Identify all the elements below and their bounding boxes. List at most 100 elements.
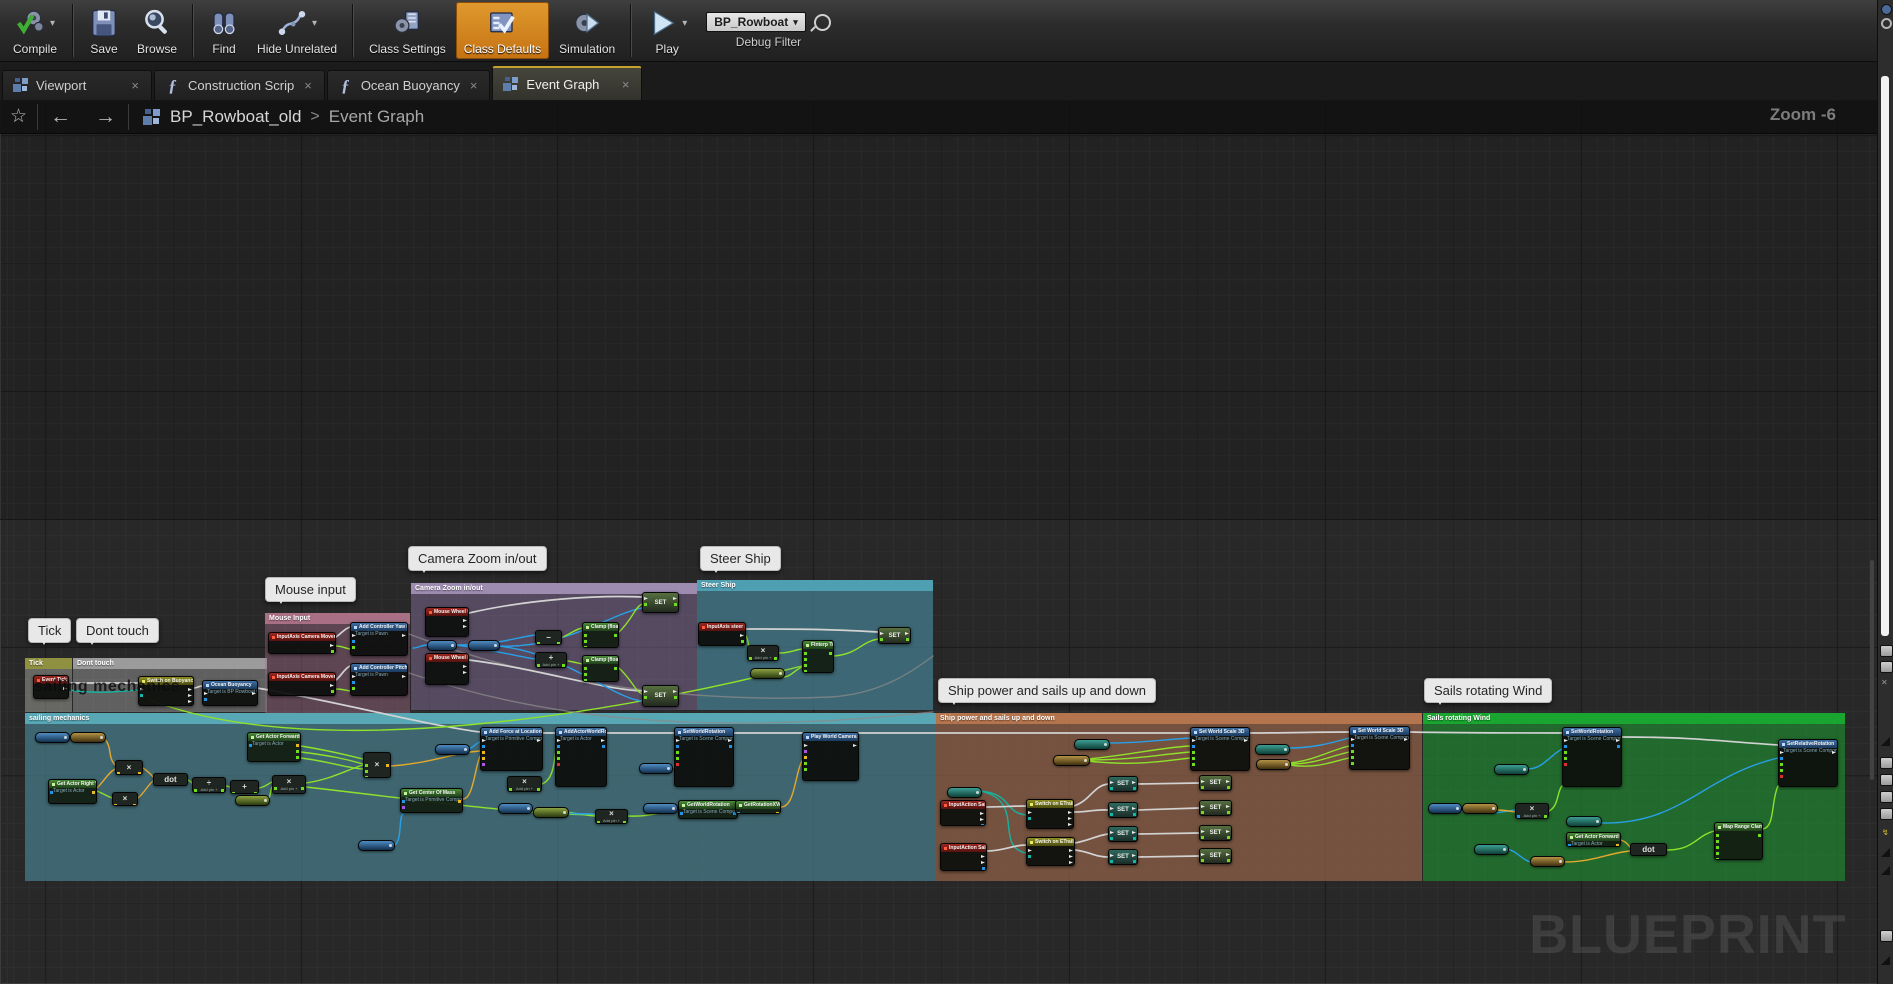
graph-scrollbar[interactable]	[1870, 560, 1874, 780]
node-addactorworldrotation[interactable]: AddActorWorldRotationTarget is Actor	[555, 727, 607, 787]
panel-mini-button[interactable]	[1880, 791, 1893, 803]
variable-pill[interactable]	[1074, 739, 1110, 750]
node-set[interactable]: SET	[1199, 848, 1232, 864]
toolbar-button-save[interactable]: Save	[81, 2, 127, 59]
node-[interactable]: ÷Add pin +	[192, 777, 226, 793]
node-switch-on-etrailscale[interactable]: Switch on ETrailScale	[1026, 799, 1074, 829]
toolbar-button-class-defaults[interactable]: Class Defaults	[456, 2, 549, 59]
tab-construction-scrip[interactable]: ƒConstruction Scrip×	[154, 70, 325, 100]
node-clamp-float[interactable]: Clamp (float)	[582, 622, 619, 648]
panel-mini-button[interactable]	[1880, 661, 1893, 673]
node-set[interactable]: SET	[1199, 825, 1232, 841]
panel-scrollbar[interactable]	[1881, 76, 1889, 636]
tab-ocean-buoyancy[interactable]: ƒOcean Buoyancy×	[327, 70, 491, 100]
toolbar-button-class-settings[interactable]: Class Settings	[361, 2, 454, 59]
node-set[interactable]: SET	[878, 627, 911, 644]
event-graph-canvas[interactable]: TickDont touchMouse InputCamera Zoom in/…	[0, 100, 1878, 984]
node-[interactable]: ×	[363, 752, 391, 778]
variable-pill[interactable]	[1255, 744, 1290, 755]
toolbar-button-find[interactable]: Find	[201, 2, 247, 59]
node-setrelativerotation[interactable]: SetRelativeRotationTarget is Scene Compo…	[1778, 739, 1838, 787]
dropdown-caret-icon[interactable]: ▾	[312, 18, 317, 29]
node-getworldrotation[interactable]: GetWorldRotationTarget is Scene Componen…	[678, 800, 738, 819]
variable-pill[interactable]	[70, 732, 106, 743]
node-finterp-to[interactable]: FInterp To	[802, 640, 834, 673]
toolbar-button-browse[interactable]: Browse	[129, 2, 185, 59]
node-switch-on-etrailscale[interactable]: Switch on ETrailScale	[1026, 837, 1075, 866]
node-[interactable]: ×Add pin +	[507, 776, 542, 792]
node-mouse-wheel-up[interactable]: Mouse Wheel Up	[425, 607, 469, 637]
node-set-world-scale-3d[interactable]: Set World Scale 3DTarget is Scene Compon…	[1190, 727, 1250, 771]
variable-pill[interactable]	[1428, 803, 1462, 814]
toolbar-button-simulation[interactable]: Simulation	[551, 2, 623, 59]
node-add-controller-pitch-input[interactable]: Add Controller Pitch InputTarget is Pawn	[350, 663, 408, 696]
panel-mini-button[interactable]	[1880, 645, 1893, 657]
node-get-actor-right-vector[interactable]: Get Actor Right VectorTarget is Actor	[48, 779, 97, 804]
variable-pill[interactable]	[1256, 759, 1291, 770]
node-[interactable]: +Add pin +	[535, 652, 567, 668]
node-inputaxis-steer-ship[interactable]: InputAxis steer ship	[698, 622, 746, 646]
node-setworldrotation[interactable]: SetWorldRotationTarget is Scene Componen…	[1562, 727, 1622, 787]
variable-pill[interactable]	[1474, 844, 1509, 855]
variable-pill[interactable]	[435, 744, 470, 755]
toolbar-button-play[interactable]: ▾Play	[639, 2, 695, 59]
variable-pill[interactable]	[947, 787, 982, 798]
node-[interactable]: ×Add pin +	[272, 775, 306, 794]
variable-pill[interactable]	[468, 640, 500, 651]
node-ocean-buoyancy[interactable]: Ocean BuoyancyTarget is BP Rowboat Old	[202, 680, 258, 706]
variable-pill[interactable]	[1566, 816, 1602, 827]
node-set[interactable]: SET	[1199, 800, 1232, 816]
variable-pill[interactable]	[533, 807, 569, 818]
close-icon[interactable]: ×	[468, 78, 480, 93]
node-get-actor-forward-vector[interactable]: Get Actor Forward VectorTarget is Actor	[247, 732, 301, 762]
node-add-force-at-location[interactable]: Add Force at LocationTarget is Primitive…	[480, 727, 543, 771]
node-set[interactable]: SET	[1108, 826, 1138, 842]
close-icon[interactable]: ×	[129, 78, 141, 93]
variable-pill[interactable]	[35, 732, 70, 743]
node-[interactable]: ×	[115, 760, 143, 775]
node-add-controller-yaw-input[interactable]: Add Controller Yaw InputTarget is Pawn	[350, 622, 408, 656]
panel-mini-button[interactable]	[1880, 930, 1893, 942]
node-map-range-clamped[interactable]: Map Range Clamped	[1714, 822, 1763, 860]
variable-pill[interactable]	[1462, 803, 1498, 814]
node-inputaxis-camera-movement-y[interactable]: InputAxis Camera Movement y	[268, 672, 336, 696]
close-icon[interactable]: ×	[620, 77, 632, 92]
dropdown-caret-icon[interactable]: ▾	[50, 18, 55, 29]
node-[interactable]: ×Add pin +	[1515, 803, 1549, 819]
tab-event-graph[interactable]: Event Graph×	[492, 66, 642, 100]
variable-pill[interactable]	[358, 840, 395, 851]
panel-mini-button[interactable]	[1880, 774, 1893, 786]
node-set[interactable]: SET	[642, 685, 679, 707]
close-icon[interactable]: ×	[302, 78, 314, 93]
toolbar-button-compile[interactable]: ▾Compile	[5, 2, 65, 59]
panel-mini-button[interactable]	[1880, 808, 1893, 820]
node-play-world-camera-shake[interactable]: Play World Camera Shake	[802, 732, 859, 781]
node-inputaction-sailreef[interactable]: InputAction SailReef	[940, 843, 987, 871]
node-[interactable]: +	[230, 780, 259, 794]
node-get-center-of-mass[interactable]: Get Center Of MassTarget is Primitive Co…	[400, 788, 463, 813]
node-set[interactable]: SET	[642, 592, 679, 613]
variable-pill[interactable]	[643, 803, 678, 814]
debug-search-icon[interactable]	[814, 14, 831, 31]
variable-pill[interactable]	[750, 668, 785, 679]
toolbar-button-hide-unrelated[interactable]: ▾Hide Unrelated	[249, 2, 345, 59]
variable-pill[interactable]	[1053, 755, 1090, 766]
debug-filter-select[interactable]: BP_Rowboat▾	[706, 12, 806, 32]
variable-pill[interactable]	[235, 795, 270, 806]
node-set[interactable]: SET	[1108, 849, 1138, 865]
dropdown-caret-icon[interactable]: ▾	[682, 18, 687, 29]
panel-mini-button[interactable]	[1880, 757, 1893, 769]
node-inputaction-sailraise[interactable]: InputAction SailRaise	[940, 800, 986, 826]
node-inputaxis-camera-movement-x[interactable]: InputAxis Camera Movement x	[268, 632, 336, 654]
node-dot[interactable]: dot	[1630, 843, 1667, 856]
variable-pill[interactable]	[498, 803, 533, 814]
node-set[interactable]: SET	[1199, 775, 1232, 791]
node-[interactable]: ×Add pin +	[595, 809, 628, 824]
variable-pill[interactable]	[1530, 856, 1565, 867]
node-set[interactable]: SET	[1108, 802, 1138, 818]
node-clamp-float[interactable]: Clamp (float)	[582, 655, 619, 682]
variable-pill[interactable]	[427, 640, 457, 651]
node-[interactable]: ×Add pin +	[747, 645, 779, 661]
node-[interactable]: ×	[112, 792, 138, 806]
node-mouse-wheel-down[interactable]: Mouse Wheel Down	[425, 653, 469, 685]
